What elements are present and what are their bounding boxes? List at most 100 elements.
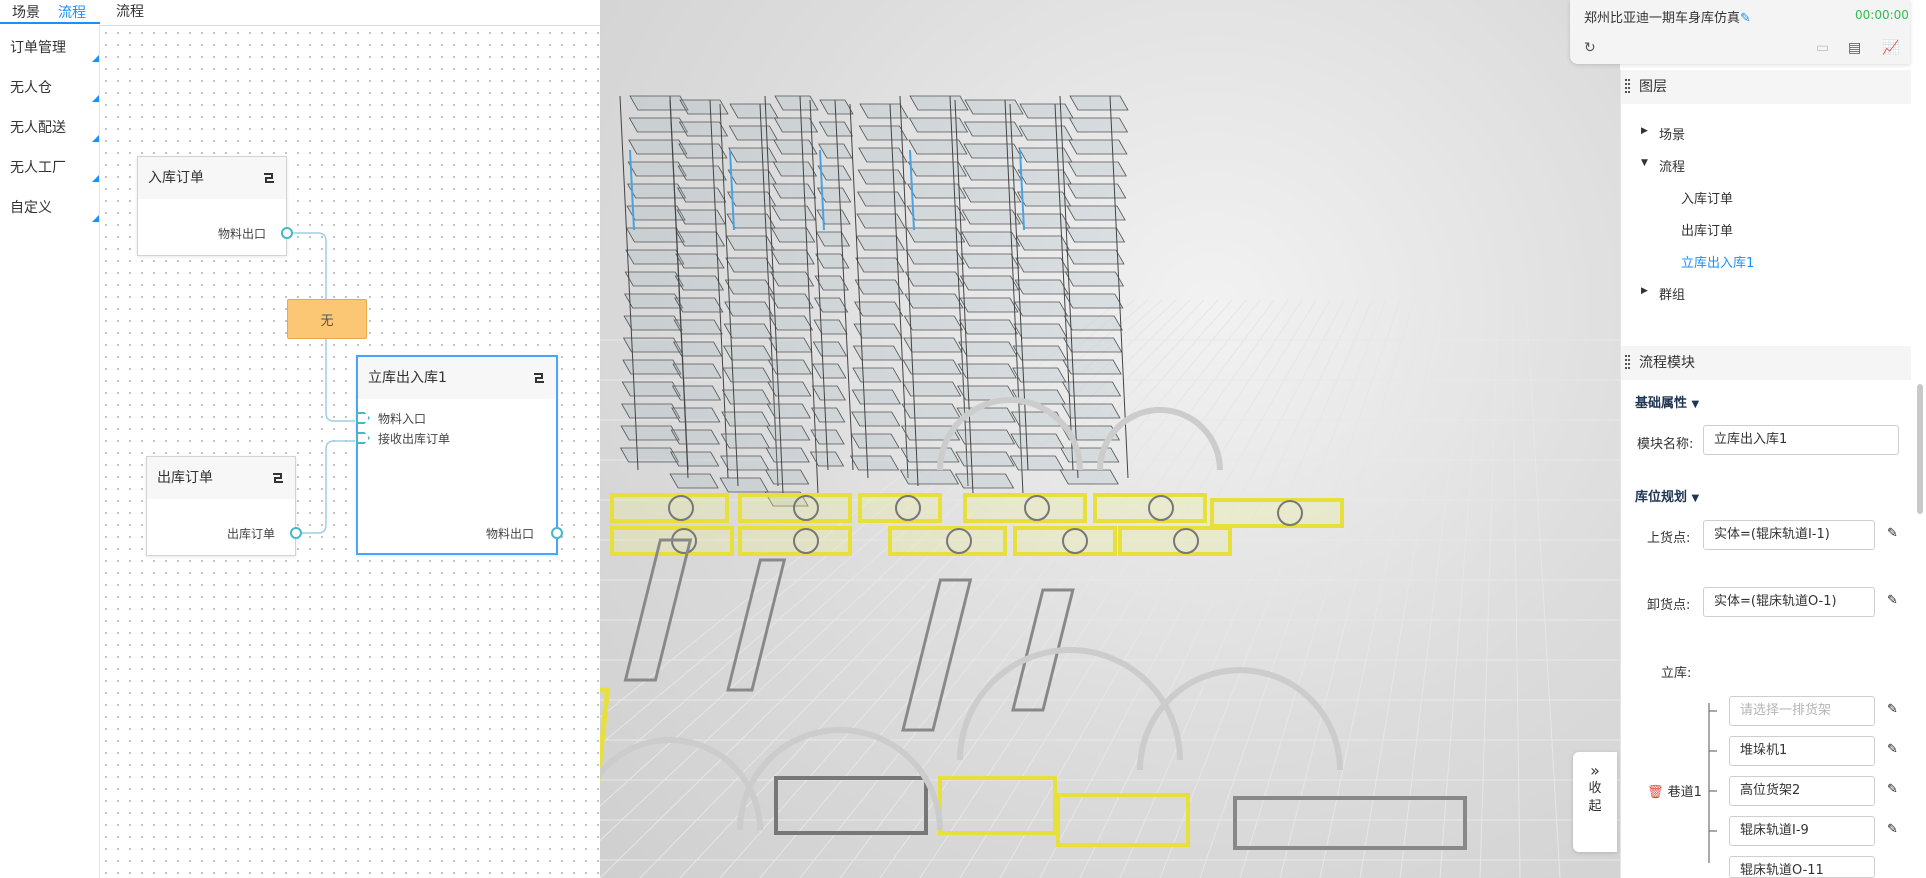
out-port[interactable] bbox=[551, 527, 563, 539]
node-warehouse-io[interactable]: 立库出入库1 物料入口 接收出库订单 物料出口 bbox=[356, 355, 563, 555]
collapse-panel-button[interactable]: » 收 起 bbox=[1573, 752, 1617, 852]
caret-right-icon[interactable]: ▶ bbox=[1641, 286, 1648, 296]
nav-unmanned-warehouse[interactable]: 无人仓 bbox=[0, 64, 99, 104]
warehouse-3d-render bbox=[600, 95, 1620, 878]
none-connector-box[interactable]: 无 bbox=[287, 299, 367, 339]
rack-shelf bbox=[628, 139, 688, 155]
unload-point-input[interactable]: 实体=(辊床轨道O-1) bbox=[1703, 587, 1875, 617]
out-port[interactable] bbox=[281, 227, 293, 239]
rack-shelf bbox=[901, 403, 961, 419]
node-settings-icon[interactable] bbox=[532, 371, 546, 385]
drag-grip-icon[interactable] bbox=[1625, 355, 1630, 369]
rack-shelf bbox=[669, 451, 720, 467]
conveyor-segment bbox=[938, 776, 1057, 835]
tab-scene[interactable]: 场景 bbox=[12, 2, 40, 22]
rack-shelf bbox=[722, 345, 773, 361]
rack-shelf bbox=[773, 139, 818, 155]
lane-item-input[interactable]: 辊床轨道I-9 bbox=[1729, 816, 1875, 846]
rack-shelf bbox=[725, 257, 775, 273]
rack-shelf bbox=[849, 455, 900, 471]
refresh-icon[interactable]: ↻ bbox=[1584, 40, 1604, 58]
rack-shelf bbox=[961, 209, 1021, 225]
pick-pen-icon[interactable]: ✎ bbox=[1887, 822, 1898, 837]
storage-planning-toggle[interactable]: 库位规划 ▼ bbox=[1635, 486, 1699, 505]
tree-item-group[interactable]: ▶ 群组 bbox=[1641, 284, 1685, 303]
tree-item-warehouse[interactable]: 立库出入库1 bbox=[1681, 252, 1754, 271]
basic-props-toggle[interactable]: 基础属性 ▼ bbox=[1635, 392, 1699, 411]
lane-label: 🗑 巷道1 bbox=[1647, 781, 1702, 800]
pick-pen-icon[interactable]: ✎ bbox=[1887, 702, 1898, 717]
pick-pen-icon[interactable]: ✎ bbox=[1887, 742, 1898, 757]
nav-custom[interactable]: 自定义 bbox=[0, 184, 99, 224]
expand-corner-icon bbox=[92, 135, 99, 142]
lane-item-input[interactable]: 辊床轨道O-11 bbox=[1729, 856, 1875, 878]
rack-label: 立库: bbox=[1661, 666, 1692, 681]
flow-canvas[interactable]: 入库订单 物料出口 无 立库出入库1 物料入口 接收出库订单 物料出口 出库订单 bbox=[100, 27, 600, 878]
in-port-material[interactable] bbox=[356, 412, 370, 424]
rack-shelf bbox=[817, 165, 852, 181]
caret-down-icon[interactable]: ▼ bbox=[1641, 158, 1648, 168]
rack-column bbox=[809, 99, 854, 467]
pick-pen-icon[interactable]: ✎ bbox=[1887, 593, 1898, 608]
rack-shelf bbox=[719, 477, 769, 493]
load-point-label: 上货点: bbox=[1647, 531, 1691, 546]
rack-shelf bbox=[1063, 315, 1123, 331]
rack-shelf bbox=[671, 385, 722, 401]
chart-icon[interactable]: 📈 bbox=[1882, 40, 1902, 58]
nav-unmanned-delivery[interactable]: 无人配送 bbox=[0, 104, 99, 144]
rack-shelf bbox=[858, 147, 908, 163]
rack-shelf bbox=[850, 433, 900, 449]
tree-item-flow[interactable]: ▼ 流程 bbox=[1641, 156, 1685, 175]
lane-item-input[interactable]: 高位货架2 bbox=[1729, 776, 1875, 806]
table-icon[interactable]: ▤ bbox=[1848, 40, 1868, 58]
rack-select-input[interactable]: 请选择一排货架 bbox=[1729, 696, 1875, 726]
rack-shelf bbox=[766, 425, 811, 441]
out-port[interactable] bbox=[290, 527, 302, 539]
rack-shelf bbox=[908, 117, 969, 133]
rack-shelf bbox=[954, 473, 1015, 489]
rack-shelf bbox=[772, 183, 817, 199]
collapse-text: 收 bbox=[1588, 781, 1602, 796]
tree-item-scene[interactable]: ▶ 场景 bbox=[1641, 124, 1685, 143]
delete-trash-icon[interactable]: 🗑 bbox=[1647, 785, 1664, 800]
module-name-input[interactable]: 立库出入库1 bbox=[1703, 425, 1899, 455]
node-settings-icon[interactable] bbox=[262, 171, 276, 185]
rack-shelf bbox=[678, 143, 728, 159]
tree-item-inbound[interactable]: 入库订单 bbox=[1681, 188, 1733, 207]
port-label: 物料出口 bbox=[485, 527, 534, 541]
video-icon[interactable]: ▭ bbox=[1816, 40, 1836, 58]
module-section-header[interactable]: 流程模块 bbox=[1621, 346, 1911, 380]
drag-grip-icon[interactable] bbox=[1625, 79, 1630, 93]
rack-shelf bbox=[722, 367, 772, 383]
pick-pen-icon[interactable]: ✎ bbox=[1887, 782, 1898, 797]
panel-scrollbar[interactable] bbox=[1917, 384, 1923, 514]
floor-grid-line bbox=[1479, 299, 1499, 878]
rack-shelf bbox=[672, 341, 723, 357]
tab-flow[interactable]: 流程 bbox=[58, 2, 86, 22]
rack-shelf bbox=[852, 345, 903, 361]
pick-pen-icon[interactable]: ✎ bbox=[1887, 526, 1898, 541]
rack-shelf bbox=[959, 297, 1019, 313]
rack-shelf bbox=[619, 447, 680, 463]
node-settings-icon[interactable] bbox=[271, 471, 285, 485]
rack-shelf bbox=[721, 389, 772, 405]
caret-right-icon[interactable]: ▶ bbox=[1641, 126, 1648, 136]
double-chevron-icon: » bbox=[1590, 761, 1600, 780]
in-port-receive-order[interactable] bbox=[356, 432, 370, 444]
3d-viewport[interactable] bbox=[600, 0, 1620, 878]
rack-shelf bbox=[720, 455, 770, 471]
edit-pencil-icon[interactable]: ✎ bbox=[1740, 11, 1751, 26]
nav-unmanned-factory[interactable]: 无人工厂 bbox=[0, 144, 99, 184]
simulation-title-text: 郑州比亚迪一期车身库仿真 bbox=[1584, 11, 1741, 26]
tree-item-outbound[interactable]: 出库订单 bbox=[1681, 220, 1733, 239]
rack-shelf bbox=[901, 381, 962, 397]
load-point-input[interactable]: 实体=(辊床轨道I-1) bbox=[1703, 520, 1875, 550]
lane-item-input[interactable]: 堆垛机1 bbox=[1729, 736, 1875, 766]
node-inbound-order[interactable]: 入库订单 物料出口 bbox=[137, 156, 293, 256]
nav-order-management[interactable]: 订单管理 bbox=[0, 24, 99, 64]
layers-section-header[interactable]: 图层 bbox=[1621, 70, 1911, 104]
rack-shelf bbox=[623, 315, 683, 331]
module-title: 流程模块 bbox=[1639, 355, 1695, 371]
node-outbound-order[interactable]: 出库订单 出库订单 bbox=[146, 456, 302, 556]
rack-shelf bbox=[670, 429, 720, 445]
